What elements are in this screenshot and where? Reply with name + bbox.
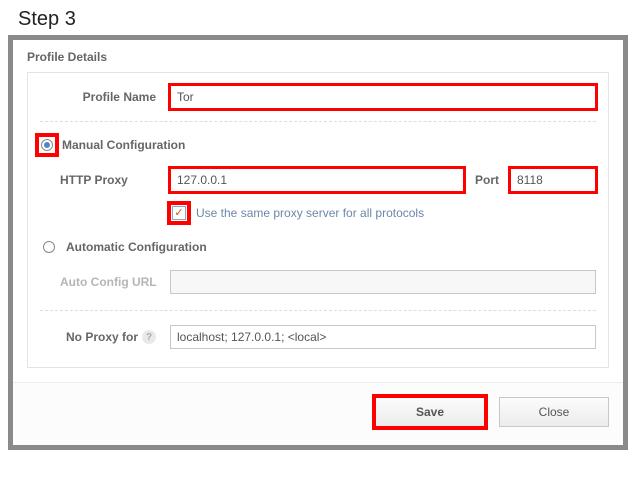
no-proxy-row: No Proxy for ? <box>40 325 596 349</box>
radio-unchecked-icon <box>43 241 55 253</box>
no-proxy-input[interactable] <box>170 325 596 349</box>
automatic-config-row: Automatic Configuration <box>40 238 596 256</box>
http-proxy-label: HTTP Proxy <box>60 173 170 187</box>
port-input[interactable] <box>510 168 596 192</box>
close-button[interactable]: Close <box>499 397 609 427</box>
auto-config-url-row: Auto Config URL <box>60 270 596 294</box>
info-icon[interactable]: ? <box>142 330 156 344</box>
http-proxy-input[interactable] <box>170 168 464 192</box>
divider-2 <box>40 310 596 311</box>
port-label: Port <box>464 173 510 187</box>
divider <box>40 121 596 122</box>
same-proxy-label: Use the same proxy server for all protoc… <box>196 206 424 220</box>
radio-checked-icon <box>41 139 53 151</box>
no-proxy-label: No Proxy for <box>66 330 138 344</box>
save-button[interactable]: Save <box>375 397 485 427</box>
automatic-config-label: Automatic Configuration <box>66 240 207 254</box>
step-label: Step 3 <box>0 0 636 35</box>
fieldset-title: Profile Details <box>13 40 623 72</box>
profile-name-row: Profile Name <box>40 85 596 109</box>
manual-config-label: Manual Configuration <box>62 138 185 152</box>
same-proxy-row: ✓ Use the same proxy server for all prot… <box>170 204 596 222</box>
button-bar: Save Close <box>13 382 623 445</box>
profile-details-panel: Profile Details Profile Name Manual Conf… <box>8 35 628 450</box>
automatic-config-radio[interactable] <box>40 238 58 256</box>
profile-name-input[interactable] <box>170 85 596 109</box>
same-proxy-checkbox[interactable]: ✓ <box>172 206 186 220</box>
same-proxy-checkbox-highlight: ✓ <box>170 204 188 222</box>
manual-config-radio[interactable] <box>38 136 56 154</box>
profile-name-label: Profile Name <box>40 90 170 104</box>
auto-config-url-input <box>170 270 596 294</box>
auto-config-url-label: Auto Config URL <box>60 275 170 289</box>
manual-config-row: Manual Configuration <box>40 136 596 154</box>
form-box: Profile Name Manual Configuration HTTP P… <box>27 72 609 368</box>
http-proxy-row: HTTP Proxy Port <box>60 168 596 192</box>
